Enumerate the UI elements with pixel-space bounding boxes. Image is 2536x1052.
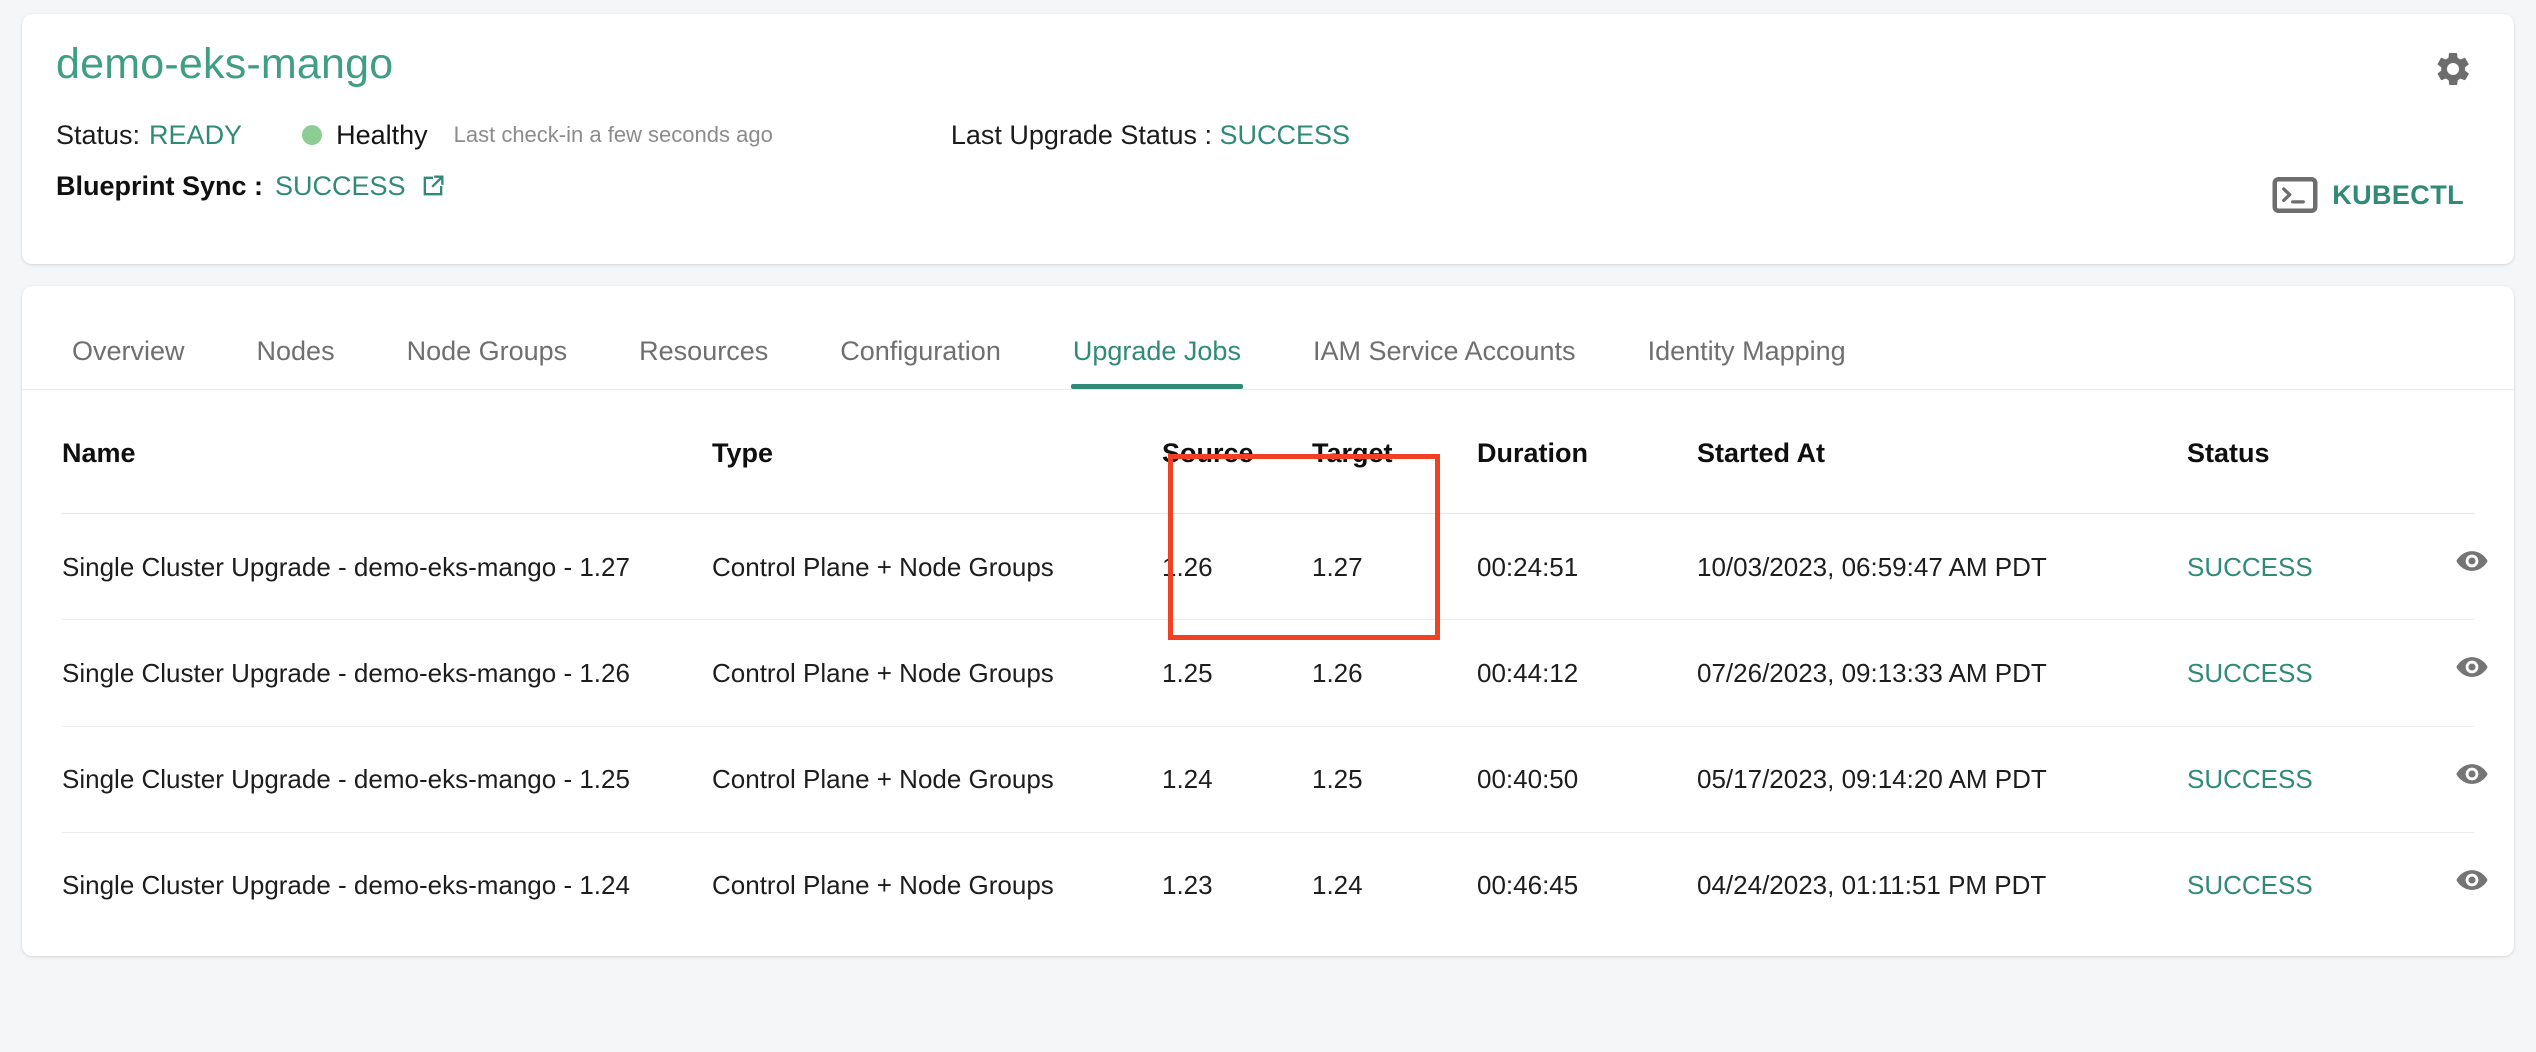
column-header-type: Type: [712, 390, 1162, 514]
cell-source: 1.24: [1162, 726, 1312, 833]
cell-status: SUCCESS: [2187, 619, 2437, 727]
terminal-icon: [2272, 177, 2318, 214]
cell-type: Control Plane + Node Groups: [712, 726, 1162, 833]
kubectl-label: KUBECTL: [2332, 179, 2464, 210]
cell-actions: [2437, 619, 2488, 727]
table-row[interactable]: Single Cluster Upgrade - demo-eks-mango …: [62, 619, 2488, 727]
table-header-row: Name Type Source Target Duration Started…: [62, 390, 2474, 514]
last-upgrade-status-label: Last Upgrade Status :: [950, 119, 1220, 150]
tab-configuration[interactable]: Configuration: [840, 338, 1001, 389]
cell-type: Control Plane + Node Groups: [712, 619, 1162, 727]
kubectl-button[interactable]: KUBECTL: [2272, 177, 2464, 214]
cell-target: 1.26: [1312, 619, 1477, 727]
column-header-name: Name: [62, 390, 712, 514]
cell-status: SUCCESS: [2187, 513, 2437, 621]
health-dot-icon: [302, 125, 323, 146]
health-label: Healthy: [336, 119, 428, 150]
external-link-icon[interactable]: [419, 172, 447, 200]
cell-started-at: 07/26/2023, 09:13:33 AM PDT: [1697, 619, 2187, 727]
cluster-header-card: demo-eks-mango Status: READY Healthy Las…: [22, 14, 2514, 264]
upgrade-jobs-table-wrapper: Name Type Source Target Duration Started…: [22, 390, 2514, 938]
cell-target: 1.27: [1312, 513, 1477, 621]
cell-duration: 00:46:45: [1477, 870, 1579, 901]
table-row[interactable]: Single Cluster Upgrade - demo-eks-mango …: [62, 726, 2488, 833]
page-title: demo-eks-mango: [56, 40, 394, 88]
table-head: Name Type Source Target Duration Started…: [62, 390, 2474, 514]
status-label: Status:: [56, 119, 141, 150]
cell-status: SUCCESS: [2187, 870, 2313, 901]
tab-iam-service-accounts[interactable]: IAM Service Accounts: [1313, 338, 1576, 389]
column-header-status: Status: [2187, 390, 2437, 514]
blueprint-sync-row: Blueprint Sync : SUCCESS KUBECTL: [56, 163, 2480, 214]
tab-upgrade-jobs[interactable]: Upgrade Jobs: [1070, 338, 1244, 389]
cell-source: 1.26: [1162, 513, 1312, 621]
cell-target: 1.25: [1312, 726, 1477, 833]
eye-icon[interactable]: [2455, 544, 2489, 578]
column-header-source: Source: [1162, 390, 1312, 514]
cell-duration: 00:24:51: [1477, 513, 1697, 621]
table-body: Single Cluster Upgrade - demo-eks-mango …: [62, 513, 2488, 939]
status-row: Status: READY Healthy Last check-in a fe…: [56, 113, 2480, 157]
column-header-started-at: Started At: [1697, 390, 2187, 514]
tab-identity-mapping[interactable]: Identity Mapping: [1648, 338, 1846, 389]
upgrade-jobs-table: Name Type Source Target Duration Started…: [62, 390, 2488, 939]
cell-started-at: 05/17/2023, 09:14:20 AM PDT: [1697, 726, 2187, 833]
health-indicator: Healthy: [302, 120, 428, 151]
cell-duration: 00:40:50: [1477, 726, 1697, 833]
column-header-duration: Duration: [1477, 390, 1697, 514]
cell-source: 1.25: [1162, 619, 1312, 727]
cell-duration: 00:44:12: [1477, 619, 1697, 727]
cell-started-at: 04/24/2023, 01:11:51 PM PDT: [1697, 870, 2047, 901]
cell-target: 1.24: [1312, 870, 1363, 901]
cell-started-at: 10/03/2023, 06:59:47 AM PDT: [1697, 513, 2187, 621]
cell-source: 1.23: [1162, 870, 1213, 901]
column-header-target: Target: [1312, 390, 1477, 514]
column-header-actions: [2437, 390, 2474, 514]
tab-bar: Overview Nodes Node Groups Resources Con…: [22, 286, 2514, 390]
cell-name: Single Cluster Upgrade - demo-eks-mango …: [62, 619, 712, 727]
eye-icon[interactable]: [2455, 757, 2489, 791]
table-row[interactable]: Single Cluster Upgrade - demo-eks-mango …: [62, 513, 2488, 621]
tab-resources[interactable]: Resources: [639, 338, 768, 389]
gear-icon: [2433, 49, 2473, 94]
cell-status: SUCCESS: [2187, 726, 2437, 833]
settings-button[interactable]: [2430, 48, 2476, 94]
upgrade-jobs-card: Overview Nodes Node Groups Resources Con…: [22, 286, 2514, 957]
last-upgrade-status-value: SUCCESS: [1219, 119, 1350, 150]
tab-nodes[interactable]: Nodes: [257, 338, 335, 389]
cell-name: Single Cluster Upgrade - demo-eks-mango …: [62, 726, 712, 833]
eye-icon[interactable]: [2455, 650, 2489, 684]
eye-icon[interactable]: [2455, 863, 2489, 897]
cell-name: Single Cluster Upgrade - demo-eks-mango …: [62, 870, 630, 901]
cell-actions: [2437, 513, 2488, 621]
cell-type: Control Plane + Node Groups: [712, 870, 1054, 901]
cell-type: Control Plane + Node Groups: [712, 513, 1162, 621]
page-root: demo-eks-mango Status: READY Healthy Las…: [0, 0, 2536, 1052]
cell-name: Single Cluster Upgrade - demo-eks-mango …: [62, 513, 712, 621]
tab-overview[interactable]: Overview: [72, 338, 185, 389]
table-row[interactable]: Single Cluster Upgrade - demo-eks-mango …: [62, 832, 2488, 938]
last-upgrade-status: Last Upgrade Status : SUCCESS: [951, 120, 1350, 151]
cell-actions: [2437, 832, 2488, 938]
cell-actions: [2437, 726, 2488, 833]
last-checkin-text: Last check-in a few seconds ago: [453, 122, 773, 148]
tab-node-groups[interactable]: Node Groups: [407, 338, 568, 389]
blueprint-sync-value: SUCCESS: [275, 170, 406, 201]
status-value: READY: [149, 119, 243, 150]
blueprint-sync-label: Blueprint Sync :: [56, 170, 264, 201]
